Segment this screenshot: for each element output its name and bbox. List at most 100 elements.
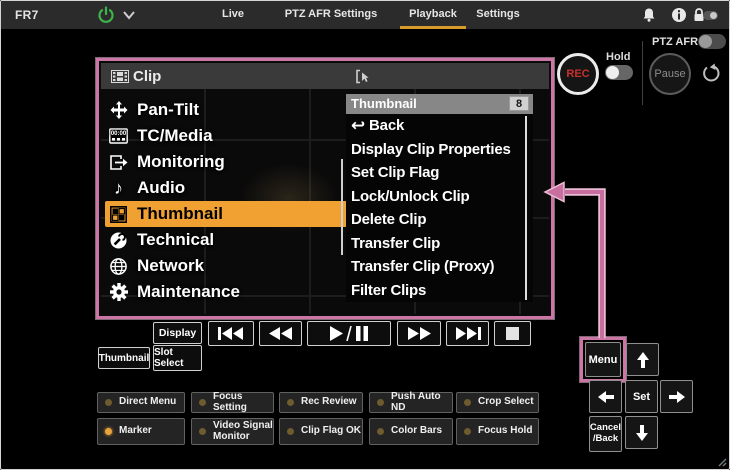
menu-item-pan-tilt[interactable]: Pan-Tilt <box>105 97 347 123</box>
pause-button[interactable]: Pause <box>649 53 691 95</box>
lock-toggle[interactable] <box>703 11 718 20</box>
rewind-button[interactable] <box>259 321 302 346</box>
technical-icon <box>109 231 128 250</box>
fast-forward-button[interactable] <box>397 321 441 346</box>
menu-item-network[interactable]: Network <box>105 253 347 279</box>
menu-scrollbar[interactable] <box>341 159 343 255</box>
submenu-item-label: Set Clip Flag <box>351 164 439 181</box>
menu-item-maintenance[interactable]: Maintenance <box>105 279 347 305</box>
menu-item-thumbnail[interactable]: Thumbnail <box>105 201 347 227</box>
stop-button[interactable] <box>494 321 531 346</box>
rec-hold-toggle-knob <box>606 66 619 79</box>
right-arrow-icon <box>669 390 685 404</box>
slot-select-button[interactable]: Slot Select <box>153 345 202 371</box>
led-indicator <box>105 399 112 406</box>
right-button[interactable] <box>660 380 693 413</box>
svg-text:00:00: 00:00 <box>111 131 127 137</box>
submenu-item-delete-clip[interactable]: Delete Clip <box>346 208 533 232</box>
stop-icon <box>506 327 519 340</box>
led-indicator-on <box>105 428 112 435</box>
assignable-button-label: Crop Select <box>478 397 534 408</box>
rec-button[interactable]: REC <box>557 53 599 95</box>
submenu-item-display-clip-properties[interactable]: Display Clip Properties <box>346 138 533 162</box>
assignable-button-clip-flag-ok[interactable]: Clip Flag OK <box>279 418 363 445</box>
cursor-mode-icon[interactable] <box>355 69 370 84</box>
assignable-button-push-auto-nd[interactable]: Push Auto ND <box>369 392 453 413</box>
submenu-header: Thumbnail 8 <box>346 94 533 114</box>
assignable-button-rec-review[interactable]: Rec Review <box>279 392 363 413</box>
play-pause-button[interactable] <box>307 321 391 346</box>
active-tab-underline <box>400 26 466 29</box>
assignable-button-focus-setting[interactable]: Focus Setting <box>191 392 274 413</box>
submenu-scrollbar[interactable] <box>525 116 527 300</box>
cancel-back-label-line2: /Back <box>593 434 618 445</box>
led-indicator <box>287 399 294 406</box>
up-arrow-icon <box>636 352 650 368</box>
menu-item-technical[interactable]: Technical <box>105 227 347 253</box>
back-icon: ↩ <box>351 117 365 134</box>
submenu-item-transfer-clip-proxy[interactable]: Transfer Clip (Proxy) <box>346 255 533 279</box>
bell-icon[interactable] <box>641 7 657 23</box>
display-button-label: Display <box>159 327 196 339</box>
thumbnail-submenu: Thumbnail 8 ↩Back Display Clip Propertie… <box>346 94 533 302</box>
tab-settings[interactable]: Settings <box>476 8 519 20</box>
assignable-button-label: Color Bars <box>391 426 442 437</box>
previous-clip-button[interactable] <box>208 321 254 346</box>
menu-item-tc-media[interactable]: 00:00 TC/Media <box>105 123 347 149</box>
assignable-button-direct-menu[interactable]: Direct Menu <box>97 392 185 413</box>
submenu-item-back[interactable]: ↩Back <box>346 114 533 138</box>
submenu-item-label: Filter Clips <box>351 282 426 299</box>
thumbnail-button[interactable]: Thumbnail <box>98 347 150 369</box>
submenu-item-label: Lock/Unlock Clip <box>351 188 470 205</box>
clip-menu-list: Pan-Tilt 00:00 TC/Media <box>105 97 347 305</box>
tab-playback[interactable]: Playback <box>409 8 457 20</box>
display-button[interactable]: Display <box>153 322 202 344</box>
assignable-button-label: Direct Menu <box>119 397 176 408</box>
ptz-camera-web-ui: FR7 Live PTZ AFR Settings Playback Setti… <box>0 0 730 470</box>
menu-button[interactable]: Menu <box>585 342 621 377</box>
film-icon <box>111 70 129 83</box>
clip-menu-titlebar: Clip <box>101 63 549 89</box>
reset-icon[interactable] <box>701 63 721 83</box>
power-icon[interactable] <box>97 6 115 24</box>
cancel-back-button[interactable]: Cancel /Back <box>589 416 622 452</box>
submenu-item-set-clip-flag[interactable]: Set Clip Flag <box>346 161 533 185</box>
submenu-item-label: Display Clip Properties <box>351 141 511 158</box>
menu-item-label: Thumbnail <box>137 204 223 224</box>
ptz-afr-toggle[interactable] <box>698 34 726 49</box>
up-button[interactable] <box>626 343 659 376</box>
assignable-button-marker[interactable]: Marker <box>97 418 185 445</box>
resize-corner-icon[interactable] <box>717 457 727 467</box>
set-button[interactable]: Set <box>625 380 658 413</box>
fast-forward-icon <box>407 327 432 340</box>
set-button-label: Set <box>633 391 650 403</box>
assignable-button-video-signal-monitor[interactable]: Video Signal Monitor <box>191 418 274 445</box>
led-indicator <box>199 399 206 406</box>
led-indicator <box>464 428 471 435</box>
submenu-title: Thumbnail <box>351 96 417 111</box>
info-icon[interactable] <box>671 7 687 23</box>
led-indicator <box>287 428 294 435</box>
down-button[interactable] <box>625 416 658 449</box>
assignable-button-label: Video Signal Monitor <box>213 421 273 442</box>
menu-item-monitoring[interactable]: Monitoring <box>105 149 347 175</box>
submenu-item-label: Transfer Clip <box>351 235 440 252</box>
device-name: FR7 <box>15 8 39 22</box>
assignable-button-focus-hold[interactable]: Focus Hold <box>456 418 539 445</box>
chevron-down-icon[interactable] <box>122 10 136 20</box>
assignable-button-color-bars[interactable]: Color Bars <box>369 418 453 445</box>
led-indicator <box>377 428 384 435</box>
submenu-item-filter-clips[interactable]: Filter Clips <box>346 279 533 303</box>
left-button[interactable] <box>589 380 622 413</box>
rewind-icon <box>268 327 293 340</box>
menu-item-label: Audio <box>137 178 185 198</box>
assignable-button-crop-select[interactable]: Crop Select <box>456 392 539 413</box>
submenu-item-lock-unlock-clip[interactable]: Lock/Unlock Clip <box>346 185 533 209</box>
tab-ptz-afr-settings[interactable]: PTZ AFR Settings <box>285 8 377 20</box>
menu-item-audio[interactable]: ♪ Audio <box>105 175 347 201</box>
next-clip-button[interactable] <box>446 321 489 346</box>
top-bar: FR7 Live PTZ AFR Settings Playback Setti… <box>1 1 729 29</box>
rec-hold-toggle[interactable] <box>605 65 633 80</box>
tab-live[interactable]: Live <box>222 8 244 20</box>
submenu-item-transfer-clip[interactable]: Transfer Clip <box>346 232 533 256</box>
